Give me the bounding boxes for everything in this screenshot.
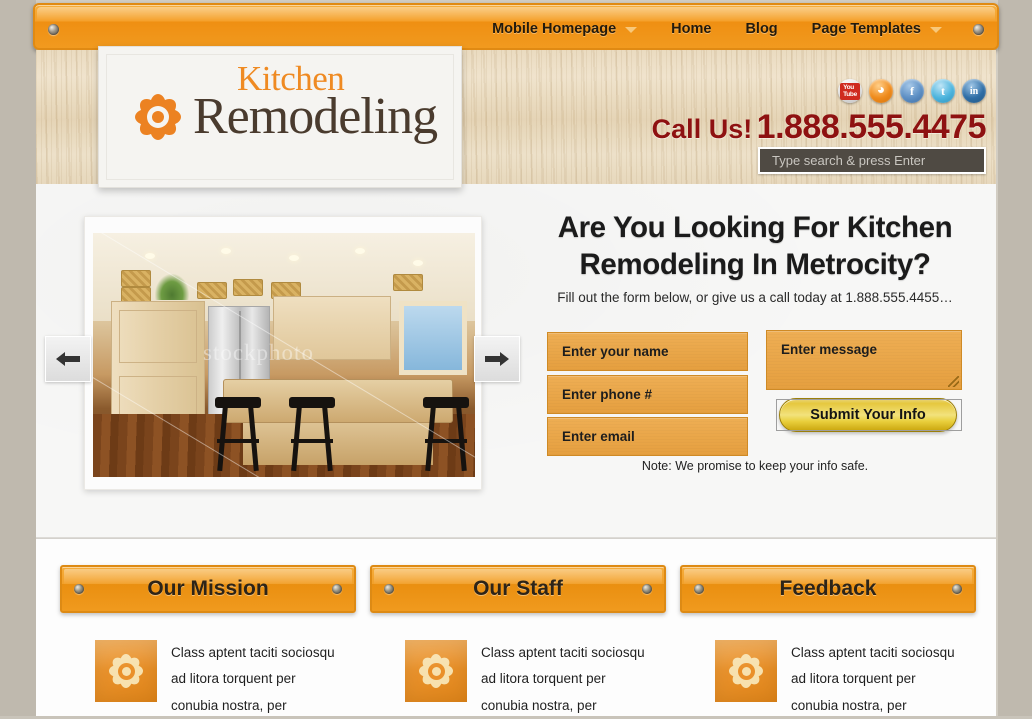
image-slider-frame: stockphoto <box>84 216 482 490</box>
nav-item-page-templates[interactable]: Page Templates <box>795 5 959 52</box>
logo-kitchen-text: Kitchen <box>237 59 345 98</box>
screw-icon <box>694 584 704 594</box>
panel-body-our-staff: Class aptent taciti sociosqu ad litora to… <box>405 640 705 719</box>
nav-item-mobile-homepage[interactable]: Mobile Homepage <box>475 5 654 52</box>
logo-plate[interactable]: Kitchen Remodeling <box>98 46 462 188</box>
flower-icon <box>127 86 189 148</box>
panel-title: Feedback <box>779 577 877 600</box>
chevron-down-icon <box>625 27 638 33</box>
panel-body-text: Class aptent taciti sociosqu ad litora to… <box>481 645 645 713</box>
subheading: Fill out the form below, or give us a ca… <box>557 290 953 305</box>
slide-watermark: stockphoto <box>203 340 314 366</box>
screw-icon <box>642 584 652 594</box>
panel-header-our-mission[interactable]: Our Mission <box>60 565 356 613</box>
nav-item-label: Mobile Homepage <box>492 20 617 37</box>
headline-line-2: Remodeling In Metrocity? <box>579 247 931 281</box>
nav-menu: Mobile Homepage Home Blog Page Templates <box>475 5 959 52</box>
name-field[interactable]: Enter your name <box>547 332 748 371</box>
privacy-note: Note: We promise to keep your info safe. <box>641 459 869 473</box>
nav-item-label: Blog <box>745 20 778 37</box>
submit-button-label: Submit Your Info <box>810 407 926 423</box>
phone-callout: Call Us! 1.888.555.4475 <box>651 108 987 147</box>
nav-item-label: Page Templates <box>811 20 921 37</box>
panel-header-our-staff[interactable]: Our Staff <box>370 565 666 613</box>
slider-image[interactable]: stockphoto <box>93 233 475 477</box>
email-placeholder: Enter email <box>562 429 635 444</box>
panel-body-feedback: Class aptent taciti sociosqu ad litora to… <box>715 640 1015 719</box>
phone-field[interactable]: Enter phone # <box>547 375 748 414</box>
rss-icon[interactable]: ◕ <box>869 79 893 103</box>
panel-title: Our Staff <box>473 577 563 600</box>
chevron-down-icon <box>930 27 942 33</box>
screw-icon <box>973 24 984 35</box>
panel-body-text: Class aptent taciti sociosqu ad litora to… <box>791 645 955 713</box>
email-field[interactable]: Enter email <box>547 417 748 456</box>
top-navigation-bar: Mobile Homepage Home Blog Page Templates <box>33 3 999 50</box>
flower-icon <box>405 640 467 702</box>
panel-body-text: Class aptent taciti sociosqu ad litora to… <box>171 645 335 713</box>
submit-button[interactable]: Submit Your Info <box>779 398 957 432</box>
panel-title: Our Mission <box>147 577 269 600</box>
page-title: Are You Looking For Kitchen Remodeling I… <box>524 210 986 283</box>
message-field[interactable]: Enter message <box>766 330 962 390</box>
flower-icon <box>715 640 777 702</box>
flower-icon <box>95 640 157 702</box>
page-root: Mobile Homepage Home Blog Page Templates <box>0 0 1032 716</box>
slider-next-button[interactable] <box>474 336 520 382</box>
call-us-label: Call Us! <box>651 114 753 144</box>
screw-icon <box>384 584 394 594</box>
panel-body-our-mission: Class aptent taciti sociosqu ad litora to… <box>95 640 395 719</box>
social-links: You Tube ◕ f t in <box>838 79 986 103</box>
screw-icon <box>332 584 342 594</box>
message-placeholder: Enter message <box>781 342 878 357</box>
nav-item-home[interactable]: Home <box>654 5 728 52</box>
facebook-icon[interactable]: f <box>900 79 924 103</box>
youtube-icon[interactable]: You Tube <box>838 79 862 103</box>
headline-line-1: Are You Looking For Kitchen <box>557 211 953 244</box>
twitter-icon[interactable]: t <box>931 79 955 103</box>
search-input[interactable]: Type search & press Enter <box>758 147 986 174</box>
screw-icon <box>48 24 59 35</box>
name-placeholder: Enter your name <box>562 344 669 359</box>
resize-handle-icon[interactable] <box>948 376 959 387</box>
logo-remodeling-text: Remodeling <box>193 88 438 145</box>
screw-icon <box>952 584 962 594</box>
screw-icon <box>74 584 84 594</box>
panel-header-feedback[interactable]: Feedback <box>680 565 976 613</box>
search-placeholder: Type search & press Enter <box>772 153 926 168</box>
phone-placeholder: Enter phone # <box>562 387 653 402</box>
arrow-right-icon <box>485 352 509 366</box>
linkedin-icon[interactable]: in <box>962 79 986 103</box>
arrow-left-icon <box>56 352 80 366</box>
slider-prev-button[interactable] <box>45 336 91 382</box>
nav-item-label: Home <box>671 20 712 37</box>
phone-number: 1.888.555.4475 <box>756 108 987 146</box>
nav-item-blog[interactable]: Blog <box>728 5 794 52</box>
